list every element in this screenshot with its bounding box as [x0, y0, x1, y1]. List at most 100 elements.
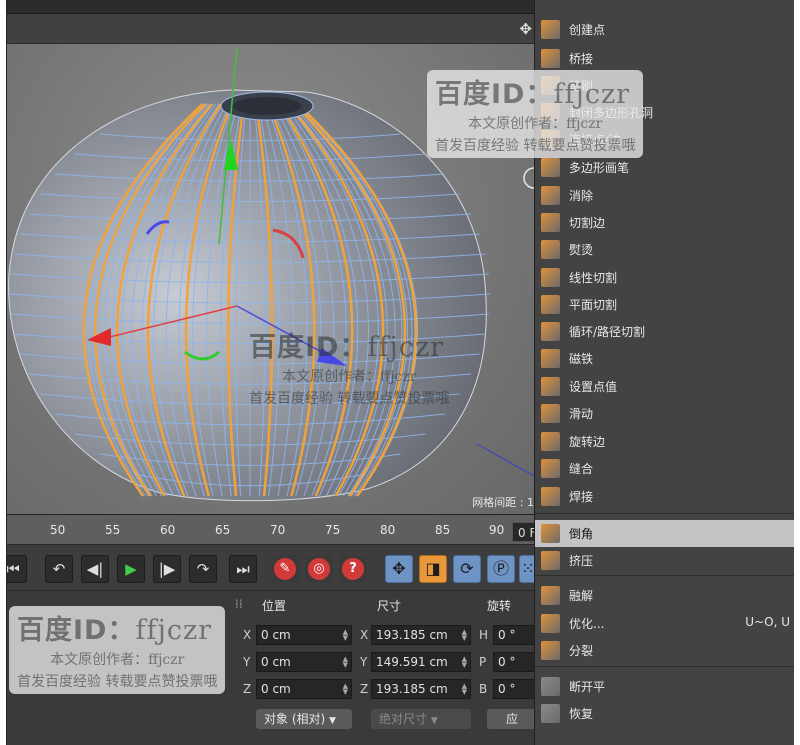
- menu-item-shortcut: U~O, U: [745, 615, 790, 629]
- size-z-field[interactable]: 193.185 cm ▲ ▼: [371, 679, 471, 699]
- mesh-context-menu: 创建点桥接 笔刷 封闭多边形孔洞连接点/边多边形画笔消除切割边熨烫 线性切割 平面切割循…: [534, 0, 794, 745]
- rot-h-field[interactable]: 0 °: [493, 625, 537, 645]
- magnet-icon: [541, 349, 560, 368]
- rot-p-field[interactable]: 0 °: [493, 652, 537, 672]
- menu-item-label: 循环/路径切割: [569, 325, 646, 339]
- sphere-mesh: [8, 47, 534, 502]
- chevron-down-icon: ▼: [430, 716, 438, 726]
- menu-item-label: 融解: [569, 589, 594, 603]
- scale-key-icon[interactable]: ◨: [419, 555, 447, 583]
- loop-cut-icon: [541, 322, 560, 341]
- menu-item-disconnect[interactable]: 断开平: [535, 673, 794, 700]
- menu-item-bridge[interactable]: 桥接: [535, 45, 794, 72]
- timeline-tick-label: 90: [489, 523, 505, 537]
- play-icon[interactable]: ▶: [117, 555, 145, 583]
- record-keys-button[interactable]: ✎: [271, 555, 299, 583]
- rotation-header: 旋转: [487, 599, 512, 613]
- rotate-key-icon[interactable]: ⟳: [453, 555, 481, 583]
- menu-item-connect[interactable]: 连接点/边: [535, 126, 794, 153]
- menu-item-close-hole[interactable]: 封闭多边形孔洞: [535, 99, 794, 126]
- menu-item-stitch[interactable]: 缝合: [535, 455, 794, 482]
- menu-item-melt[interactable]: 融解: [535, 582, 794, 609]
- pos-x-field[interactable]: 0 cm ▲ ▼: [256, 625, 352, 645]
- size-y-field[interactable]: 149.591 cm ▲ ▼: [371, 652, 471, 672]
- create-point-icon: [541, 20, 560, 39]
- menu-item-extrude[interactable]: 挤压: [535, 547, 794, 574]
- menu-separator: [535, 666, 794, 667]
- menu-item-restore[interactable]: 恢复: [535, 700, 794, 727]
- c4d-window: ✥ 网格间距: 1 50 55 60 65 70 75 80 85 90 0 …: [6, 0, 794, 745]
- menu-separator: [535, 575, 794, 576]
- dissolve-icon: [541, 186, 560, 205]
- split-icon: [541, 641, 560, 660]
- edge-cut-icon: [541, 213, 560, 232]
- disconnect-icon: [541, 677, 560, 696]
- step-back-icon[interactable]: ◀|: [81, 555, 109, 583]
- menu-item-dissolve[interactable]: 消除: [535, 182, 794, 209]
- position-header: 位置: [262, 599, 287, 613]
- menu-item-slide[interactable]: 滑动: [535, 400, 794, 427]
- timeline-ruler[interactable]: 50 55 60 65 70 75 80 85 90 0 F: [7, 514, 538, 544]
- connect-icon: [541, 130, 560, 149]
- menu-item-spin-edge[interactable]: 旋转边: [535, 428, 794, 455]
- menu-item-label: 挤压: [569, 554, 594, 568]
- size-z-axis: Z: [360, 682, 369, 696]
- menu-item-polygon-pen[interactable]: 多边形画笔: [535, 154, 794, 181]
- menu-item-label: 滑动: [569, 407, 594, 421]
- menu-item-loop-cut[interactable]: 循环/路径切割: [535, 318, 794, 345]
- spin-edge-icon: [541, 432, 560, 451]
- apply-button[interactable]: 应: [487, 709, 537, 729]
- auto-key-button[interactable]: ◎: [305, 555, 333, 583]
- menu-item-label: 恢复: [569, 707, 594, 721]
- pos-z-field[interactable]: 0 cm ▲ ▼: [256, 679, 352, 699]
- size-header: 尺寸: [377, 599, 402, 613]
- pos-x-axis: X: [243, 628, 252, 642]
- timeline-tick-label: 75: [325, 523, 341, 537]
- menu-item-plane-cut[interactable]: 平面切割: [535, 291, 794, 318]
- menu-item-create-point[interactable]: 创建点: [535, 16, 794, 43]
- rot-h-axis: H: [479, 628, 489, 642]
- melt-icon: [541, 586, 560, 605]
- prev-key-icon[interactable]: ↶: [45, 555, 73, 583]
- size-x-field[interactable]: 193.185 cm ▲ ▼: [371, 625, 471, 645]
- step-forward-icon[interactable]: |▶: [153, 555, 181, 583]
- 3d-viewport[interactable]: 网格间距 : 1: [7, 44, 534, 514]
- timeline-tick-label: 60: [160, 523, 176, 537]
- key-help-button[interactable]: ?: [339, 555, 367, 583]
- menu-separator: [535, 513, 794, 514]
- menu-item-brush[interactable]: 笔刷: [535, 72, 794, 99]
- pos-y-field[interactable]: 0 cm ▲ ▼: [256, 652, 352, 672]
- menu-item-line-cut[interactable]: 线性切割: [535, 264, 794, 291]
- menu-item-set-point[interactable]: 设置点值: [535, 373, 794, 400]
- bevel-icon: [541, 524, 560, 543]
- grid-spacing-readout: 网格间距 : 1: [472, 496, 534, 509]
- timeline-tick-label: 65: [215, 523, 231, 537]
- menu-item-magnet[interactable]: 磁铁: [535, 345, 794, 372]
- menu-item-label: 连接点/边: [569, 133, 622, 147]
- coordinates-manager: ⁞⁞ 位置 尺寸 旋转 X 0 cm ▲ ▼ X 193.185 cm ▲ ▼ H 0 …: [7, 590, 537, 745]
- menu-item-iron[interactable]: 熨烫: [535, 236, 794, 263]
- move-view-icon[interactable]: ✥: [519, 20, 532, 38]
- go-to-end-icon[interactable]: ⏭: [229, 555, 257, 583]
- rot-b-field[interactable]: 0 °: [493, 679, 537, 699]
- param-key-icon[interactable]: Ⓟ: [487, 555, 515, 583]
- size-y-axis: Y: [360, 655, 368, 669]
- menu-item-label: 多边形画笔: [569, 161, 630, 175]
- menu-item-label: 创建点: [569, 23, 606, 37]
- size-mode-dropdown[interactable]: 绝对尺寸 ▼: [371, 709, 471, 729]
- menu-item-split[interactable]: 分裂: [535, 637, 794, 664]
- menu-item-label: 切割边: [569, 216, 606, 230]
- next-key-icon[interactable]: ↷: [189, 555, 217, 583]
- timeline-tick-label: 50: [50, 523, 66, 537]
- move-key-icon[interactable]: ✥: [385, 555, 413, 583]
- menu-item-edge-cut[interactable]: 切割边: [535, 209, 794, 236]
- set-point-icon: [541, 377, 560, 396]
- stitch-icon: [541, 459, 560, 478]
- rot-p-axis: P: [479, 655, 487, 669]
- go-to-start-icon[interactable]: ⏮: [7, 555, 27, 583]
- menu-item-bevel[interactable]: 倒角: [535, 520, 794, 547]
- coordinate-mode-dropdown[interactable]: 对象 (相对) ▼: [256, 709, 352, 729]
- grip-icon: ⁞⁞: [235, 597, 243, 611]
- menu-item-optimize[interactable]: 优化... U~O, U: [535, 610, 794, 637]
- menu-item-weld[interactable]: 焊接: [535, 483, 794, 510]
